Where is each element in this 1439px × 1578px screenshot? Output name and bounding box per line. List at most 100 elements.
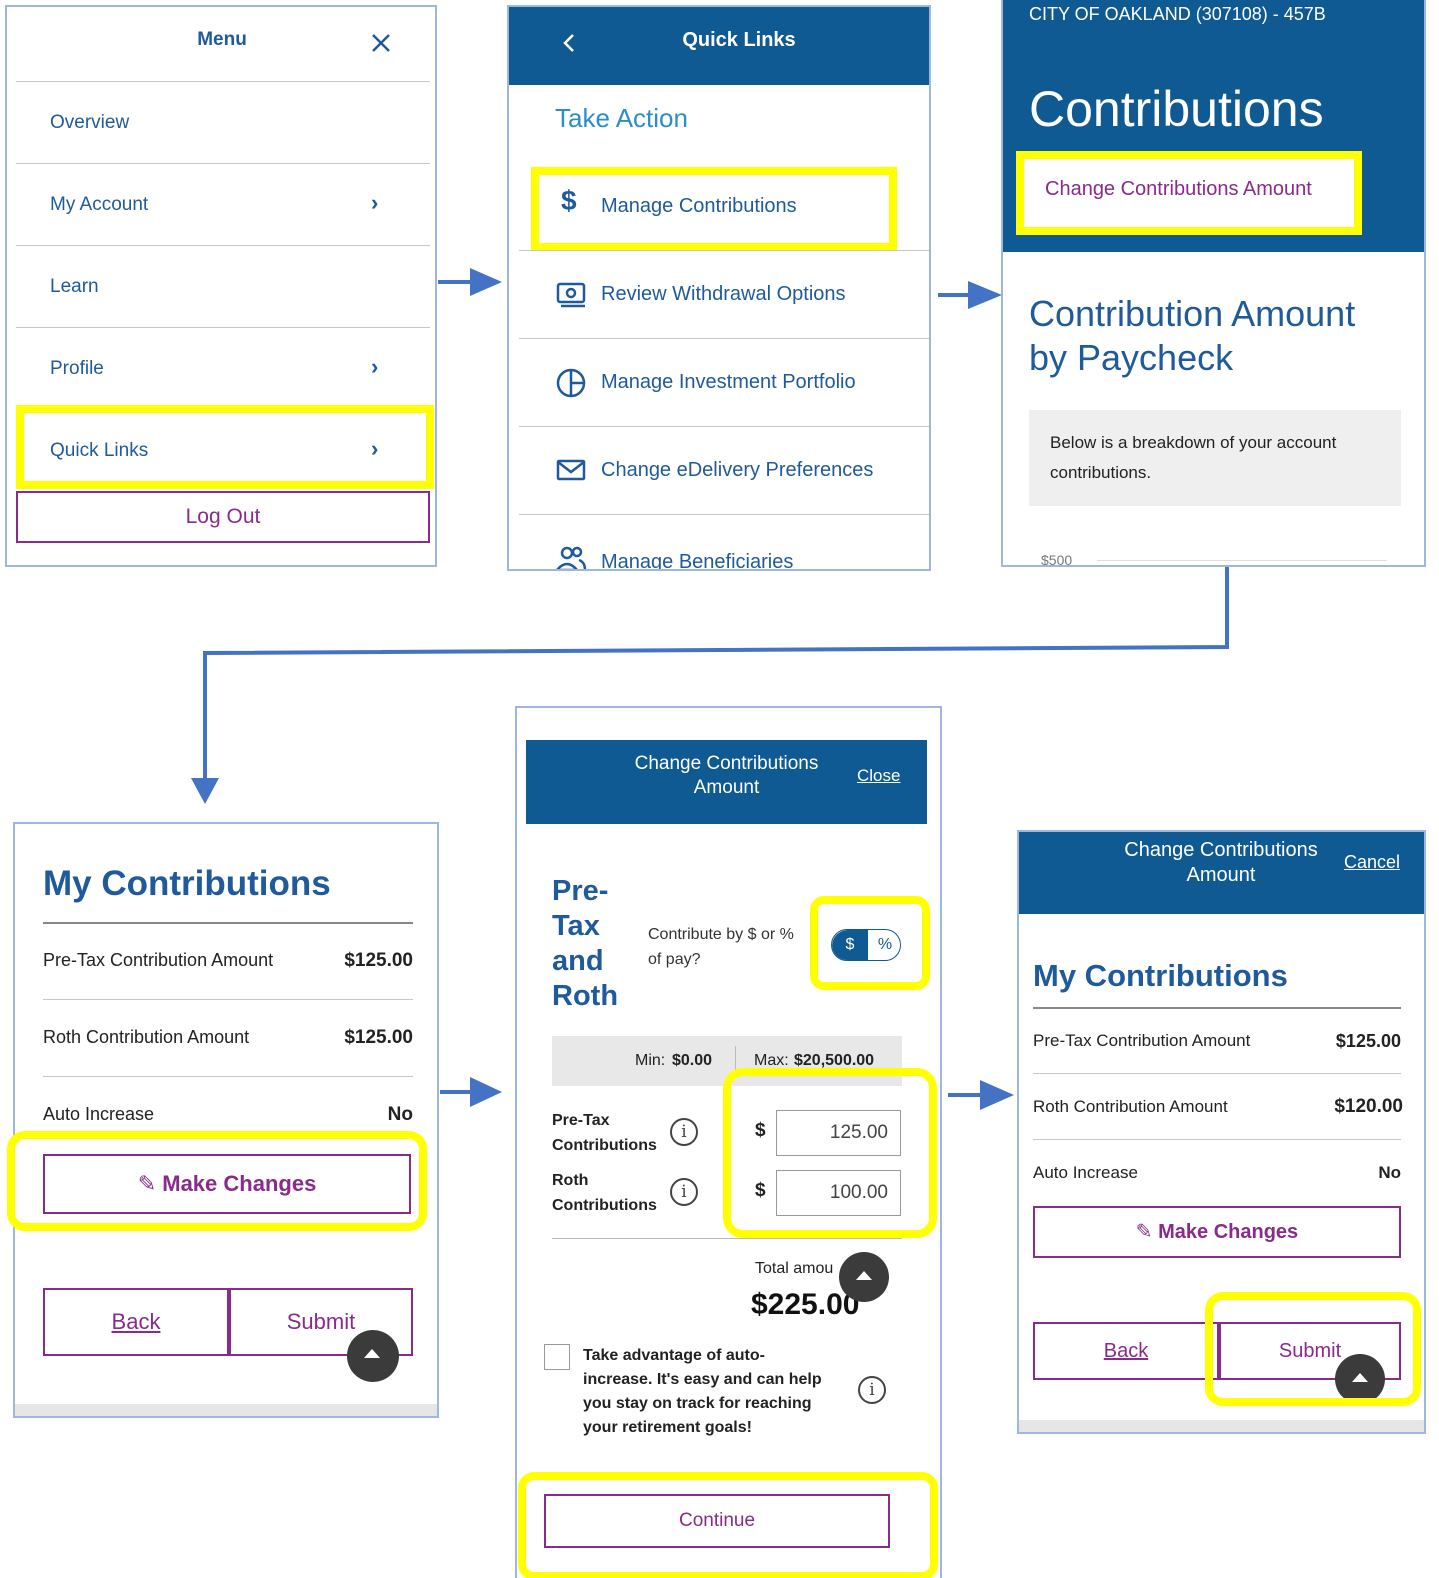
form-divider [552, 1238, 902, 1239]
make-changes-label: Make Changes [1158, 1221, 1299, 1243]
roth-label: Roth Contribution Amount [1033, 1097, 1228, 1116]
row-divider [43, 1076, 413, 1077]
menu-item-my-account[interactable]: My Account › [16, 164, 430, 245]
row-divider [43, 999, 413, 1000]
bottom-bar [1019, 1420, 1424, 1432]
quick-link-review-withdrawal[interactable]: Review Withdrawal Options [519, 251, 929, 338]
quick-links-panel: Quick Links Take Action $ Manage Contrib… [507, 5, 931, 571]
quick-link-edelivery[interactable]: Change eDelivery Preferences [519, 427, 929, 514]
roth-value: $125.00 [344, 1027, 413, 1048]
contribute-by-question: Contribute by $ or % of pay? [648, 922, 794, 972]
make-changes-button[interactable]: ✎ Make Changes [43, 1154, 411, 1214]
my-contributions-panel: My Contributions Pre-Tax Contribution Am… [13, 822, 439, 1418]
back-button[interactable]: Back [1033, 1322, 1219, 1380]
menu-item-profile[interactable]: Profile › [16, 328, 430, 409]
max-value: $20,500.00 [794, 1052, 875, 1069]
envelope-icon [556, 459, 586, 481]
contribute-by-line2: of pay? [648, 951, 701, 968]
menu-item-quick-links[interactable]: Quick Links › [16, 410, 430, 491]
currency-symbol: $ [755, 1120, 766, 1141]
auto-increase-value: No [1378, 1163, 1401, 1182]
quick-link-beneficiaries[interactable]: Manage Beneficiaries [519, 515, 929, 569]
auto-increase-checkbox[interactable] [544, 1344, 570, 1370]
quick-links-title: Quick Links [682, 29, 796, 51]
roth-value: $120.00 [1334, 1096, 1403, 1117]
back-button[interactable]: Back [43, 1288, 229, 1356]
change-contributions-label: Change Contributions Amount [1045, 178, 1312, 200]
info-icon[interactable]: i [858, 1376, 886, 1404]
toggle-percent[interactable]: % [868, 930, 900, 960]
pretax-amount-input[interactable]: 125.00 [776, 1110, 901, 1156]
back-label: Back [1103, 1340, 1149, 1362]
roth-label: Roth Contribution Amount [43, 1027, 250, 1047]
quick-link-label: Change eDelivery Preferences [601, 459, 874, 481]
auto-increase-label: Auto Increase [1033, 1163, 1138, 1182]
cancel-link[interactable]: Cancel [1344, 852, 1400, 873]
pretax-label: Pre-Tax Contribution Amount [43, 950, 274, 970]
menu-item-label: My Account [50, 194, 149, 215]
min-max-divider [735, 1046, 736, 1076]
title-divider [1033, 1007, 1401, 1009]
menu-item-learn[interactable]: Learn [16, 246, 430, 327]
roth-label-line2: Contributions [552, 1197, 657, 1214]
form-heading-line: Pre- [552, 875, 609, 907]
chart-axis-label: $500 [1041, 552, 1073, 567]
form-heading-line: Tax [552, 910, 600, 942]
scroll-to-top-button[interactable] [347, 1330, 399, 1382]
auto-increase-line: your retirement goals! [583, 1419, 752, 1436]
contribute-by-line1: Contribute by $ or % [648, 926, 794, 943]
currency-symbol: $ [755, 1180, 766, 1201]
quick-link-investment-portfolio[interactable]: Manage Investment Portfolio [519, 339, 929, 426]
scroll-to-top-button[interactable] [839, 1252, 889, 1302]
section-title-line2: by Paycheck [1029, 337, 1234, 378]
row-divider [1033, 1073, 1401, 1074]
cash-icon [556, 282, 586, 308]
quick-link-manage-contributions[interactable]: $ Manage Contributions [519, 165, 929, 250]
auto-increase-line: you stay on track for reaching [583, 1395, 812, 1412]
pencil-icon: ✎ [137, 1171, 157, 1196]
row-divider [1033, 1139, 1401, 1140]
submit-label: Submit [1278, 1340, 1342, 1362]
close-icon[interactable] [371, 33, 391, 53]
toggle-dollar[interactable]: $ [832, 930, 868, 960]
info-icon[interactable]: i [670, 1178, 698, 1206]
menu-item-overview[interactable]: Overview [16, 82, 430, 163]
dollar-percent-toggle[interactable]: $ % [831, 929, 901, 961]
min-max-bar: Min: $0.00 Max: $20,500.00 [552, 1036, 902, 1086]
title-divider [43, 922, 413, 924]
close-link[interactable]: Close [857, 766, 900, 786]
info-icon[interactable]: i [670, 1118, 698, 1146]
auto-increase-line: increase. It's easy and can help [583, 1371, 822, 1388]
make-changes-button[interactable]: ✎ Make Changes [1033, 1206, 1401, 1258]
total-amount-label: Total amou [755, 1260, 834, 1277]
menu-item-label: Overview [50, 112, 130, 133]
back-label: Back [111, 1309, 161, 1334]
change-contributions-link[interactable]: Change Contributions Amount [1023, 158, 1357, 228]
chevron-right-icon: › [371, 190, 379, 215]
max-label: Max: [754, 1052, 789, 1069]
roth-amount-input[interactable]: 100.00 [776, 1170, 901, 1216]
pretax-label: Pre-Tax Contribution Amount [1033, 1031, 1251, 1050]
continue-button[interactable]: Continue [544, 1494, 890, 1548]
dollar-icon: $ [561, 185, 577, 216]
my-contributions-title: My Contributions [43, 864, 331, 903]
pie-chart-icon [556, 368, 586, 398]
scroll-to-top-button[interactable] [1335, 1354, 1385, 1404]
take-action-heading: Take Action [555, 103, 688, 133]
people-icon [556, 546, 587, 569]
submit-label: Submit [286, 1309, 356, 1334]
min-label: Min: [635, 1052, 666, 1069]
auto-increase-text: Take advantage of auto- increase. It's e… [583, 1344, 853, 1440]
pencil-icon: ✎ [1135, 1221, 1153, 1243]
bottom-bar [15, 1404, 437, 1416]
quick-link-label: Review Withdrawal Options [601, 283, 846, 305]
quick-link-label: Manage Investment Portfolio [601, 371, 856, 393]
chart-gridline [1097, 560, 1387, 561]
make-changes-label: Make Changes [162, 1171, 317, 1196]
pretax-value: $125.00 [344, 950, 413, 971]
logout-button[interactable]: Log Out [16, 491, 430, 543]
total-amount-value: $225.00 [751, 1288, 860, 1321]
form-heading-line: Roth [552, 980, 619, 1012]
auto-increase-value: No [387, 1104, 413, 1125]
account-name: CITY OF OAKLAND (307108) - 457B [1029, 4, 1326, 24]
